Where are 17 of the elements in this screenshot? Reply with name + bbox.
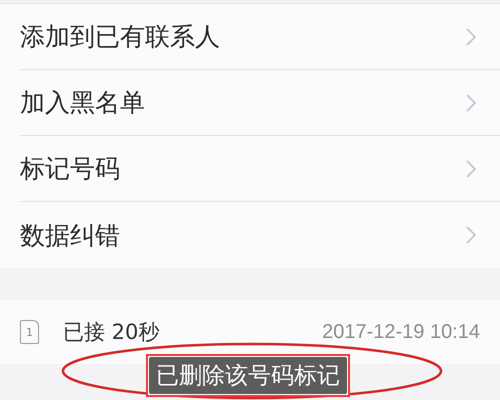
chevron-icon [466,160,476,178]
menu-item[interactable]: 添加到已有联系人 [20,4,500,70]
menu-item[interactable]: 数据纠错 [20,202,500,268]
menu-item[interactable]: 加入黑名单 [20,70,500,136]
menu-item-label: 加入黑名单 [20,87,145,119]
toast-message: 已删除该号码标记 [149,357,347,394]
chevron-icon [466,28,476,46]
chevron-icon [466,226,476,244]
call-status: 已接 20秒 [63,319,160,346]
menu-item-label: 标记号码 [20,153,120,185]
chevron-icon [466,94,476,112]
menu-item[interactable]: 标记号码 [20,136,500,202]
menu-item-label: 数据纠错 [20,220,120,252]
call-log-row[interactable]: 1 已接 20秒 2017-12-19 10:14 [0,300,500,364]
sim-icon: 1 [20,320,39,344]
call-time: 2017-12-19 10:14 [322,320,480,344]
menu-item-label: 添加到已有联系人 [20,21,220,53]
